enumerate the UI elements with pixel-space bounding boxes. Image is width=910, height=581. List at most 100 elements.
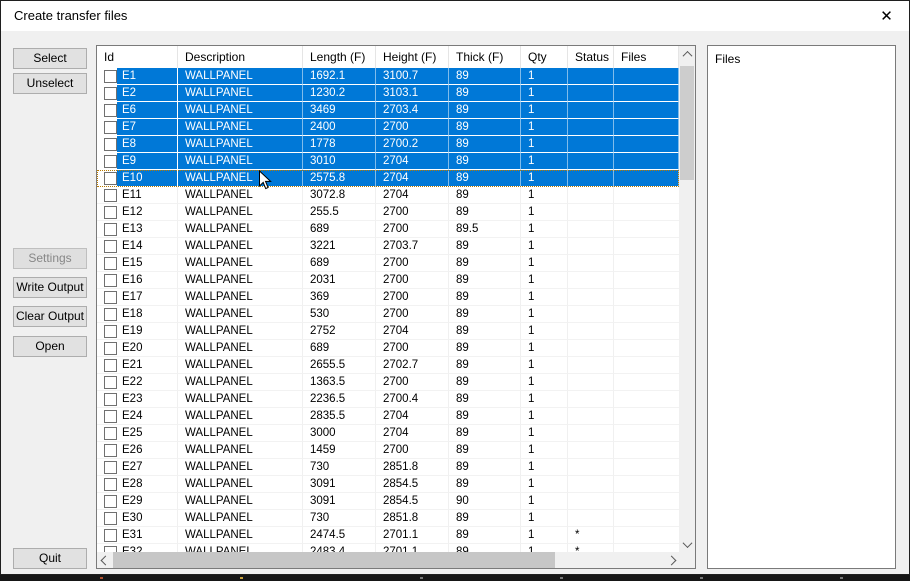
button-open[interactable]: Open xyxy=(13,336,87,357)
table-row-e24[interactable]: E24WALLPANEL2835.52704891 xyxy=(97,408,679,425)
row-id-cell: E21 xyxy=(97,357,178,374)
quit-button[interactable]: Quit xyxy=(13,548,87,569)
cell-length: 689 xyxy=(303,221,376,238)
table-row-e15[interactable]: E15WALLPANEL6892700891 xyxy=(97,255,679,272)
table-row-e32[interactable]: E32WALLPANEL2483.42701.1891* xyxy=(97,544,679,552)
table-row-e7[interactable]: E7WALLPANEL24002700891 xyxy=(97,119,679,136)
column-header-qty[interactable]: Qty xyxy=(521,46,568,68)
column-header-status[interactable]: Status xyxy=(568,46,614,68)
table-row-e11[interactable]: E11WALLPANEL3072.82704891 xyxy=(97,187,679,204)
scroll-up-button[interactable] xyxy=(679,46,695,62)
table-rows[interactable]: E1WALLPANEL1692.13100.7891E2WALLPANEL123… xyxy=(97,68,679,552)
table-row-e20[interactable]: E20WALLPANEL6892700891 xyxy=(97,340,679,357)
table-row-e6[interactable]: E6WALLPANEL34692703.4891 xyxy=(97,102,679,119)
scroll-left-button[interactable] xyxy=(97,552,113,568)
button-unselect[interactable]: Unselect xyxy=(13,73,87,94)
table-row-e10[interactable]: E10WALLPANEL2575.82704891 xyxy=(97,170,679,187)
table-row-e22[interactable]: E22WALLPANEL1363.52700891 xyxy=(97,374,679,391)
table-row-e8[interactable]: E8WALLPANEL17782700.2891 xyxy=(97,136,679,153)
horizontal-scrollbar-thumb[interactable] xyxy=(113,552,555,568)
column-header-length-f[interactable]: Length (F) xyxy=(303,46,376,68)
row-checkbox[interactable] xyxy=(104,104,117,117)
column-header-description[interactable]: Description xyxy=(178,46,303,68)
row-checkbox[interactable] xyxy=(104,223,117,236)
row-checkbox[interactable] xyxy=(104,427,117,440)
files-panel-title: Files xyxy=(708,46,895,66)
table-row-e21[interactable]: E21WALLPANEL2655.52702.7891 xyxy=(97,357,679,374)
row-checkbox[interactable] xyxy=(104,308,117,321)
vertical-scrollbar-thumb[interactable] xyxy=(680,66,694,180)
transfer-items-table[interactable]: IdDescriptionLength (F)Height (F)Thick (… xyxy=(96,45,696,569)
row-checkbox[interactable] xyxy=(104,155,117,168)
row-checkbox[interactable] xyxy=(104,529,117,542)
cell-length: 689 xyxy=(303,340,376,357)
row-checkbox[interactable] xyxy=(104,376,117,389)
cell-thick: 89 xyxy=(449,204,521,221)
cell-thick: 89 xyxy=(449,289,521,306)
row-checkbox[interactable] xyxy=(104,189,117,202)
table-row-e27[interactable]: E27WALLPANEL7302851.8891 xyxy=(97,459,679,476)
table-row-e19[interactable]: E19WALLPANEL27522704891 xyxy=(97,323,679,340)
button-select[interactable]: Select xyxy=(13,48,87,69)
row-checkbox[interactable] xyxy=(104,342,117,355)
table-row-e2[interactable]: E2WALLPANEL1230.23103.1891 xyxy=(97,85,679,102)
table-row-e18[interactable]: E18WALLPANEL5302700891 xyxy=(97,306,679,323)
row-checkbox[interactable] xyxy=(104,359,117,372)
column-header-files[interactable]: Files xyxy=(614,46,679,68)
cell-height: 2700 xyxy=(376,442,449,459)
row-checkbox[interactable] xyxy=(104,70,117,83)
table-row-e26[interactable]: E26WALLPANEL14592700891 xyxy=(97,442,679,459)
row-checkbox[interactable] xyxy=(104,206,117,219)
table-row-e28[interactable]: E28WALLPANEL30912854.5891 xyxy=(97,476,679,493)
row-checkbox[interactable] xyxy=(104,495,117,508)
table-row-e29[interactable]: E29WALLPANEL30912854.5901 xyxy=(97,493,679,510)
cell-files xyxy=(614,187,679,204)
row-checkbox[interactable] xyxy=(104,257,117,270)
scroll-right-button[interactable] xyxy=(663,552,679,568)
vertical-scrollbar[interactable] xyxy=(679,46,695,552)
table-row-e9[interactable]: E9WALLPANEL30102704891 xyxy=(97,153,679,170)
table-row-e16[interactable]: E16WALLPANEL20312700891 xyxy=(97,272,679,289)
cell-qty: 1 xyxy=(521,68,568,85)
cell-files xyxy=(614,459,679,476)
row-checkbox[interactable] xyxy=(104,325,117,338)
button-clear-output[interactable]: Clear Output xyxy=(13,306,87,327)
column-header-thick-f[interactable]: Thick (F) xyxy=(449,46,521,68)
table-row-e30[interactable]: E30WALLPANEL7302851.8891 xyxy=(97,510,679,527)
titlebar[interactable]: Create transfer files ✕ xyxy=(1,1,909,31)
table-row-e13[interactable]: E13WALLPANEL689270089.51 xyxy=(97,221,679,238)
row-checkbox[interactable] xyxy=(104,478,117,491)
row-checkbox[interactable] xyxy=(104,240,117,253)
scroll-down-button[interactable] xyxy=(679,536,695,552)
table-row-e23[interactable]: E23WALLPANEL2236.52700.4891 xyxy=(97,391,679,408)
row-checkbox[interactable] xyxy=(104,444,117,457)
background-app-strip xyxy=(0,575,910,581)
table-row-e1[interactable]: E1WALLPANEL1692.13100.7891 xyxy=(97,68,679,85)
row-checkbox[interactable] xyxy=(104,87,117,100)
row-checkbox[interactable] xyxy=(104,393,117,406)
row-id-cell: E18 xyxy=(97,306,178,323)
row-checkbox[interactable] xyxy=(104,461,117,474)
button-settings[interactable]: Settings xyxy=(13,248,87,269)
row-id-label: E24 xyxy=(122,410,142,422)
horizontal-scrollbar[interactable] xyxy=(97,552,679,568)
close-icon[interactable]: ✕ xyxy=(864,1,909,31)
row-checkbox[interactable] xyxy=(104,172,117,185)
row-checkbox[interactable] xyxy=(104,121,117,134)
column-header-id[interactable]: Id xyxy=(97,46,178,68)
row-checkbox[interactable] xyxy=(104,138,117,151)
cell-status xyxy=(568,493,614,510)
column-header-height-f[interactable]: Height (F) xyxy=(376,46,449,68)
table-row-e12[interactable]: E12WALLPANEL255.52700891 xyxy=(97,204,679,221)
table-row-e25[interactable]: E25WALLPANEL30002704891 xyxy=(97,425,679,442)
row-checkbox[interactable] xyxy=(104,512,117,525)
row-checkbox[interactable] xyxy=(104,410,117,423)
row-checkbox[interactable] xyxy=(104,291,117,304)
table-row-e17[interactable]: E17WALLPANEL3692700891 xyxy=(97,289,679,306)
table-row-e31[interactable]: E31WALLPANEL2474.52701.1891* xyxy=(97,527,679,544)
cell-length: 2483.4 xyxy=(303,544,376,552)
table-row-e14[interactable]: E14WALLPANEL32212703.7891 xyxy=(97,238,679,255)
button-write-output[interactable]: Write Output xyxy=(13,277,87,298)
row-checkbox[interactable] xyxy=(104,274,117,287)
files-panel[interactable]: Files xyxy=(707,45,896,569)
